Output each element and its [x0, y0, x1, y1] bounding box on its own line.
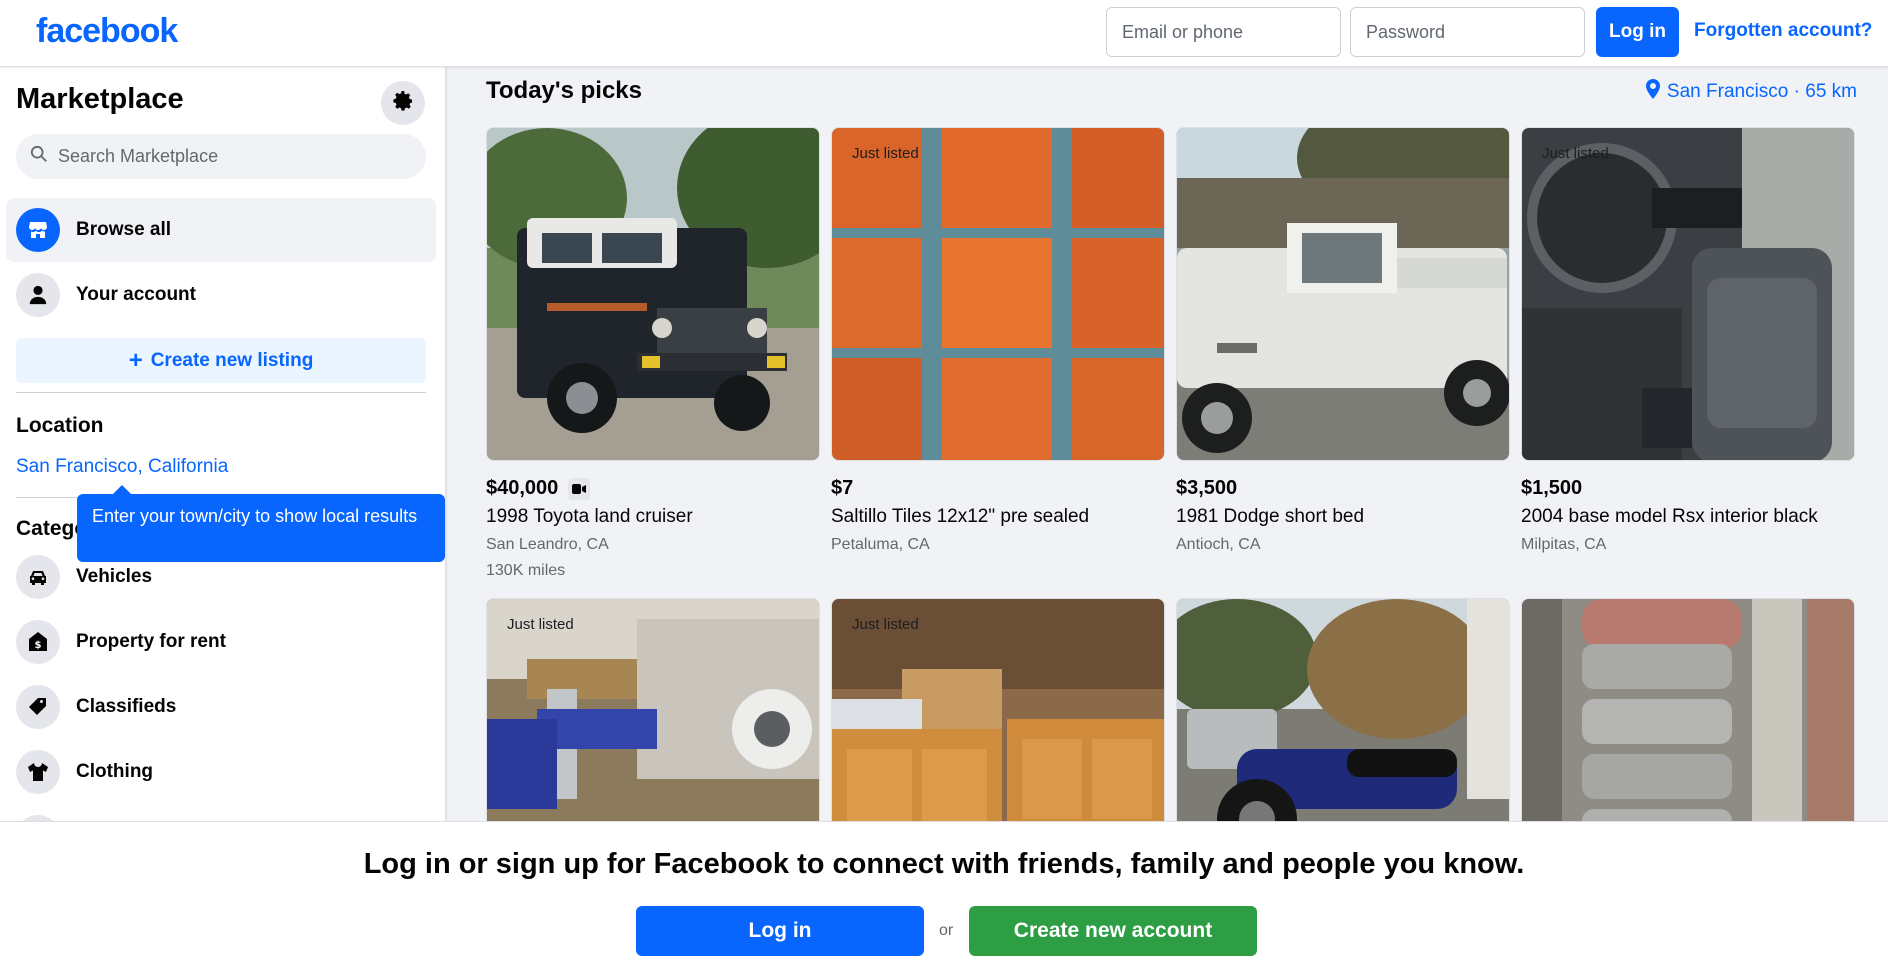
listing-photo: Just listed [1521, 127, 1855, 461]
forgotten-account-link[interactable]: Forgotten account? [1694, 20, 1872, 42]
sidebar-item-label: Vehicles [76, 566, 153, 587]
location-heading: Location [16, 414, 104, 437]
listing-price: $7 [831, 477, 854, 499]
listing-card[interactable]: $3,500 1981 Dodge short bed Antioch, CA [1176, 127, 1510, 554]
or-separator: or [939, 922, 954, 939]
login-prompt-bar: Log in or sign up for Facebook to connec… [0, 821, 1888, 976]
listing-location: Antioch, CA [1176, 536, 1261, 553]
house-dollar-icon: $ [16, 620, 60, 664]
listing-card[interactable]: Just listed $7 Saltillo Tiles 12x12" pre… [831, 127, 1165, 554]
sidebar-item-classifieds[interactable]: Classifieds [6, 675, 436, 739]
create-new-listing-button[interactable]: + Create new listing [16, 338, 426, 383]
location-tooltip: Enter your town/city to show local resul… [77, 494, 445, 562]
listing-photo [1176, 127, 1510, 461]
listing-photo: Just listed [831, 127, 1165, 461]
sidebar-item-label: Clothing [76, 761, 154, 782]
location-filter-label: San Francisco · 65 km [1666, 81, 1857, 102]
storefront-icon [16, 208, 60, 252]
person-icon [16, 273, 60, 317]
listing-title: 1981 Dodge short bed [1176, 506, 1365, 527]
location-link[interactable]: San Francisco, California [16, 456, 228, 478]
shirt-icon [16, 750, 60, 794]
create-listing-label: Create new listing [150, 349, 314, 371]
just-listed-badge: Just listed [852, 145, 919, 162]
just-listed-badge: Just listed [1542, 145, 1609, 162]
listing-price: $1,500 [1521, 477, 1583, 499]
sidebar-item-label: Property for rent [76, 631, 226, 652]
svg-text:$: $ [35, 640, 42, 651]
facebook-logo[interactable]: facebook [36, 12, 178, 51]
listing-mileage: 130K miles [486, 562, 566, 579]
just-listed-badge: Just listed [852, 616, 919, 633]
just-listed-badge: Just listed [507, 616, 574, 633]
listing-location: San Leandro, CA [486, 536, 609, 553]
search-marketplace[interactable] [16, 134, 426, 179]
divider [16, 392, 426, 393]
search-icon [30, 145, 48, 168]
listing-photo [486, 127, 820, 461]
listing-card[interactable]: $40,000 1998 Toyota land cruiser San Lea… [486, 127, 820, 580]
email-field[interactable] [1106, 7, 1341, 57]
listing-title: 1998 Toyota land cruiser [486, 506, 693, 527]
listing-title: Saltillo Tiles 12x12" pre sealed [831, 506, 1090, 527]
header-login-button[interactable]: Log in [1596, 7, 1679, 57]
listing-location: Petaluma, CA [831, 536, 930, 553]
gear-icon [391, 89, 415, 118]
location-pin-icon [1645, 79, 1661, 105]
sidebar-item-clothing[interactable]: Clothing [6, 740, 436, 804]
listing-price-row: $40,000 [486, 477, 820, 500]
create-new-account-button[interactable]: Create new account [969, 906, 1257, 956]
login-prompt-text: Log in or sign up for Facebook to connec… [363, 848, 1525, 880]
listing-title: 2004 base model Rsx interior black [1521, 506, 1818, 527]
location-filter[interactable]: San Francisco · 65 km [1645, 79, 1857, 105]
sidebar-item-label: Classifieds [76, 696, 177, 717]
plus-icon: + [128, 346, 143, 374]
section-title: Today's picks [486, 77, 642, 104]
listing-price: $3,500 [1176, 477, 1238, 499]
bottom-login-button[interactable]: Log in [636, 906, 924, 956]
sidebar-title: Marketplace [16, 83, 184, 115]
password-field[interactable] [1350, 7, 1585, 57]
top-navbar: facebook Log in Forgotten account? [0, 0, 1888, 67]
listing-price: $40,000 [486, 477, 559, 499]
listing-location: Milpitas, CA [1521, 536, 1607, 553]
car-icon [16, 555, 60, 599]
sidebar-item-your-account[interactable]: Your account [6, 263, 436, 327]
search-input[interactable] [58, 146, 398, 167]
tag-icon [16, 685, 60, 729]
sidebar-item-browse-all[interactable]: Browse all [6, 198, 436, 262]
sidebar-item-label: Your account [76, 284, 196, 305]
settings-button[interactable] [381, 81, 425, 125]
sidebar-item-property-for-rent[interactable]: $ Property for rent [6, 610, 436, 674]
video-camera-icon [568, 477, 591, 500]
listing-card[interactable]: Just listed $1,500 2004 base model Rsx i… [1521, 127, 1855, 554]
sidebar-item-label: Browse all [76, 219, 172, 240]
